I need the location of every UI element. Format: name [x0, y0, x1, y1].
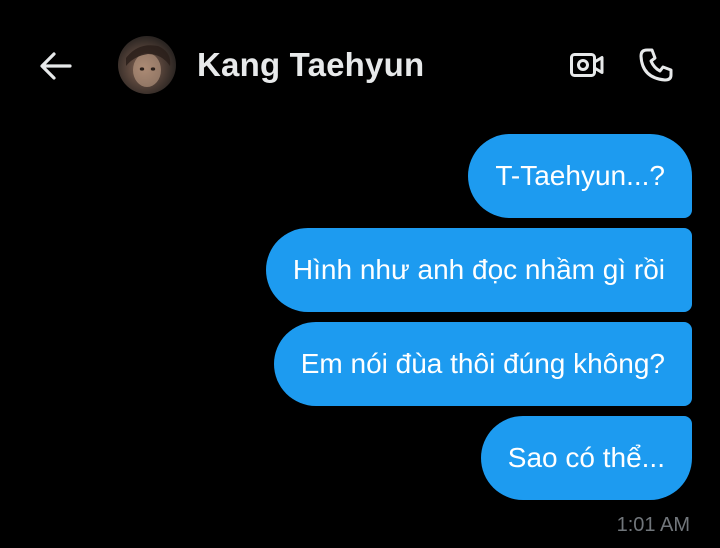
message-bubble[interactable]: T-Taehyun...? [468, 134, 692, 218]
video-call-button[interactable] [566, 44, 608, 86]
phone-icon [639, 48, 673, 82]
avatar[interactable] [118, 36, 176, 94]
contact-name[interactable]: Kang Taehyun [197, 46, 424, 84]
message-bubble[interactable]: Sao có thể... [480, 416, 692, 500]
conversation-header: Kang Taehyun [0, 0, 720, 132]
video-camera-icon [570, 53, 604, 77]
voice-call-button[interactable] [634, 44, 678, 86]
message-timestamp: 1:01 AM [616, 514, 690, 536]
back-button[interactable] [34, 44, 78, 88]
message-bubble[interactable]: Em nói đùa thôi đúng không? [273, 322, 692, 406]
message-bubble[interactable]: Hình như anh đọc nhầm gì rồi [265, 228, 692, 312]
contact-avatar [126, 45, 171, 87]
arrow-left-icon [40, 52, 72, 80]
